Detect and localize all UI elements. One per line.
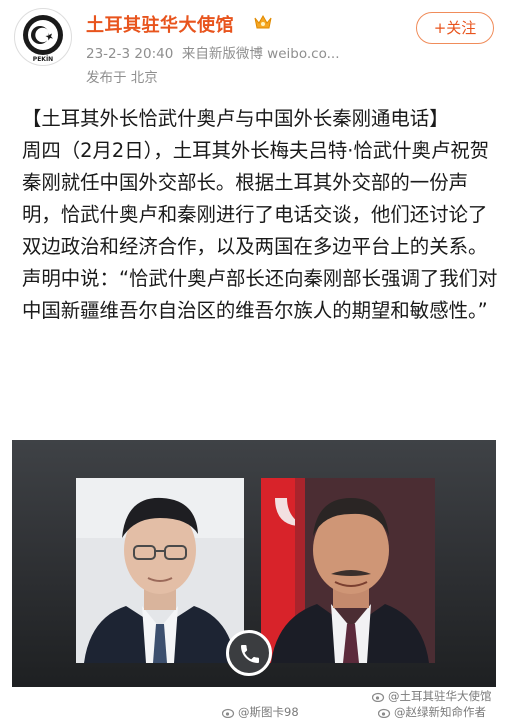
weibo-icon [222, 708, 235, 718]
watermark-author: @赵绿新知命作者 [378, 704, 486, 720]
person-portrait-icon [261, 478, 435, 663]
post-body: 周四（2月2日），土耳其外长梅夫吕特·恰武什奥卢祝贺秦刚就任中国外交部长。根据土… [22, 139, 498, 322]
portrait-right [261, 478, 435, 663]
embassy-emblem-icon: PEKİN [23, 15, 63, 63]
post-timestamp: 23-2-3 20:40 [86, 46, 174, 62]
follow-button[interactable]: +关注 [416, 12, 494, 44]
portrait-left [76, 478, 244, 663]
post-content: 【土耳其外长恰武什奥卢与中国外长秦刚通电话】 周四（2月2日），土耳其外长梅夫吕… [22, 103, 502, 327]
post-meta: 23-2-3 20:40 来自新版微博 weibo.co... [86, 42, 339, 62]
watermark-weibo-user: @斯图卡98 [222, 704, 299, 720]
member-crown-icon [254, 14, 272, 29]
person-portrait-icon [76, 478, 244, 663]
avatar[interactable]: PEKİN [14, 8, 72, 66]
post-location: 发布于 北京 [86, 70, 158, 86]
post-header: PEKİN 土耳其驻华大使馆 23-2-3 20:40 来自新版微博 weibo… [0, 0, 511, 90]
watermark-embassy: @土耳其驻华大使馆 [372, 688, 492, 704]
post-image[interactable] [12, 440, 496, 687]
phone-call-icon [226, 630, 272, 676]
watermark-text: @斯图卡98 [238, 705, 299, 719]
watermark-text: @土耳其驻华大使馆 [388, 689, 492, 703]
watermark-text: @赵绿新知命作者 [394, 705, 486, 719]
avatar-caption: PEKİN [33, 56, 53, 63]
weibo-icon [378, 708, 391, 718]
post-source[interactable]: 来自新版微博 weibo.co... [182, 46, 340, 62]
weibo-icon [372, 692, 385, 702]
post-title: 【土耳其外长恰武什奥卢与中国外长秦刚通电话】 [22, 107, 449, 130]
account-name[interactable]: 土耳其驻华大使馆 [86, 11, 234, 37]
